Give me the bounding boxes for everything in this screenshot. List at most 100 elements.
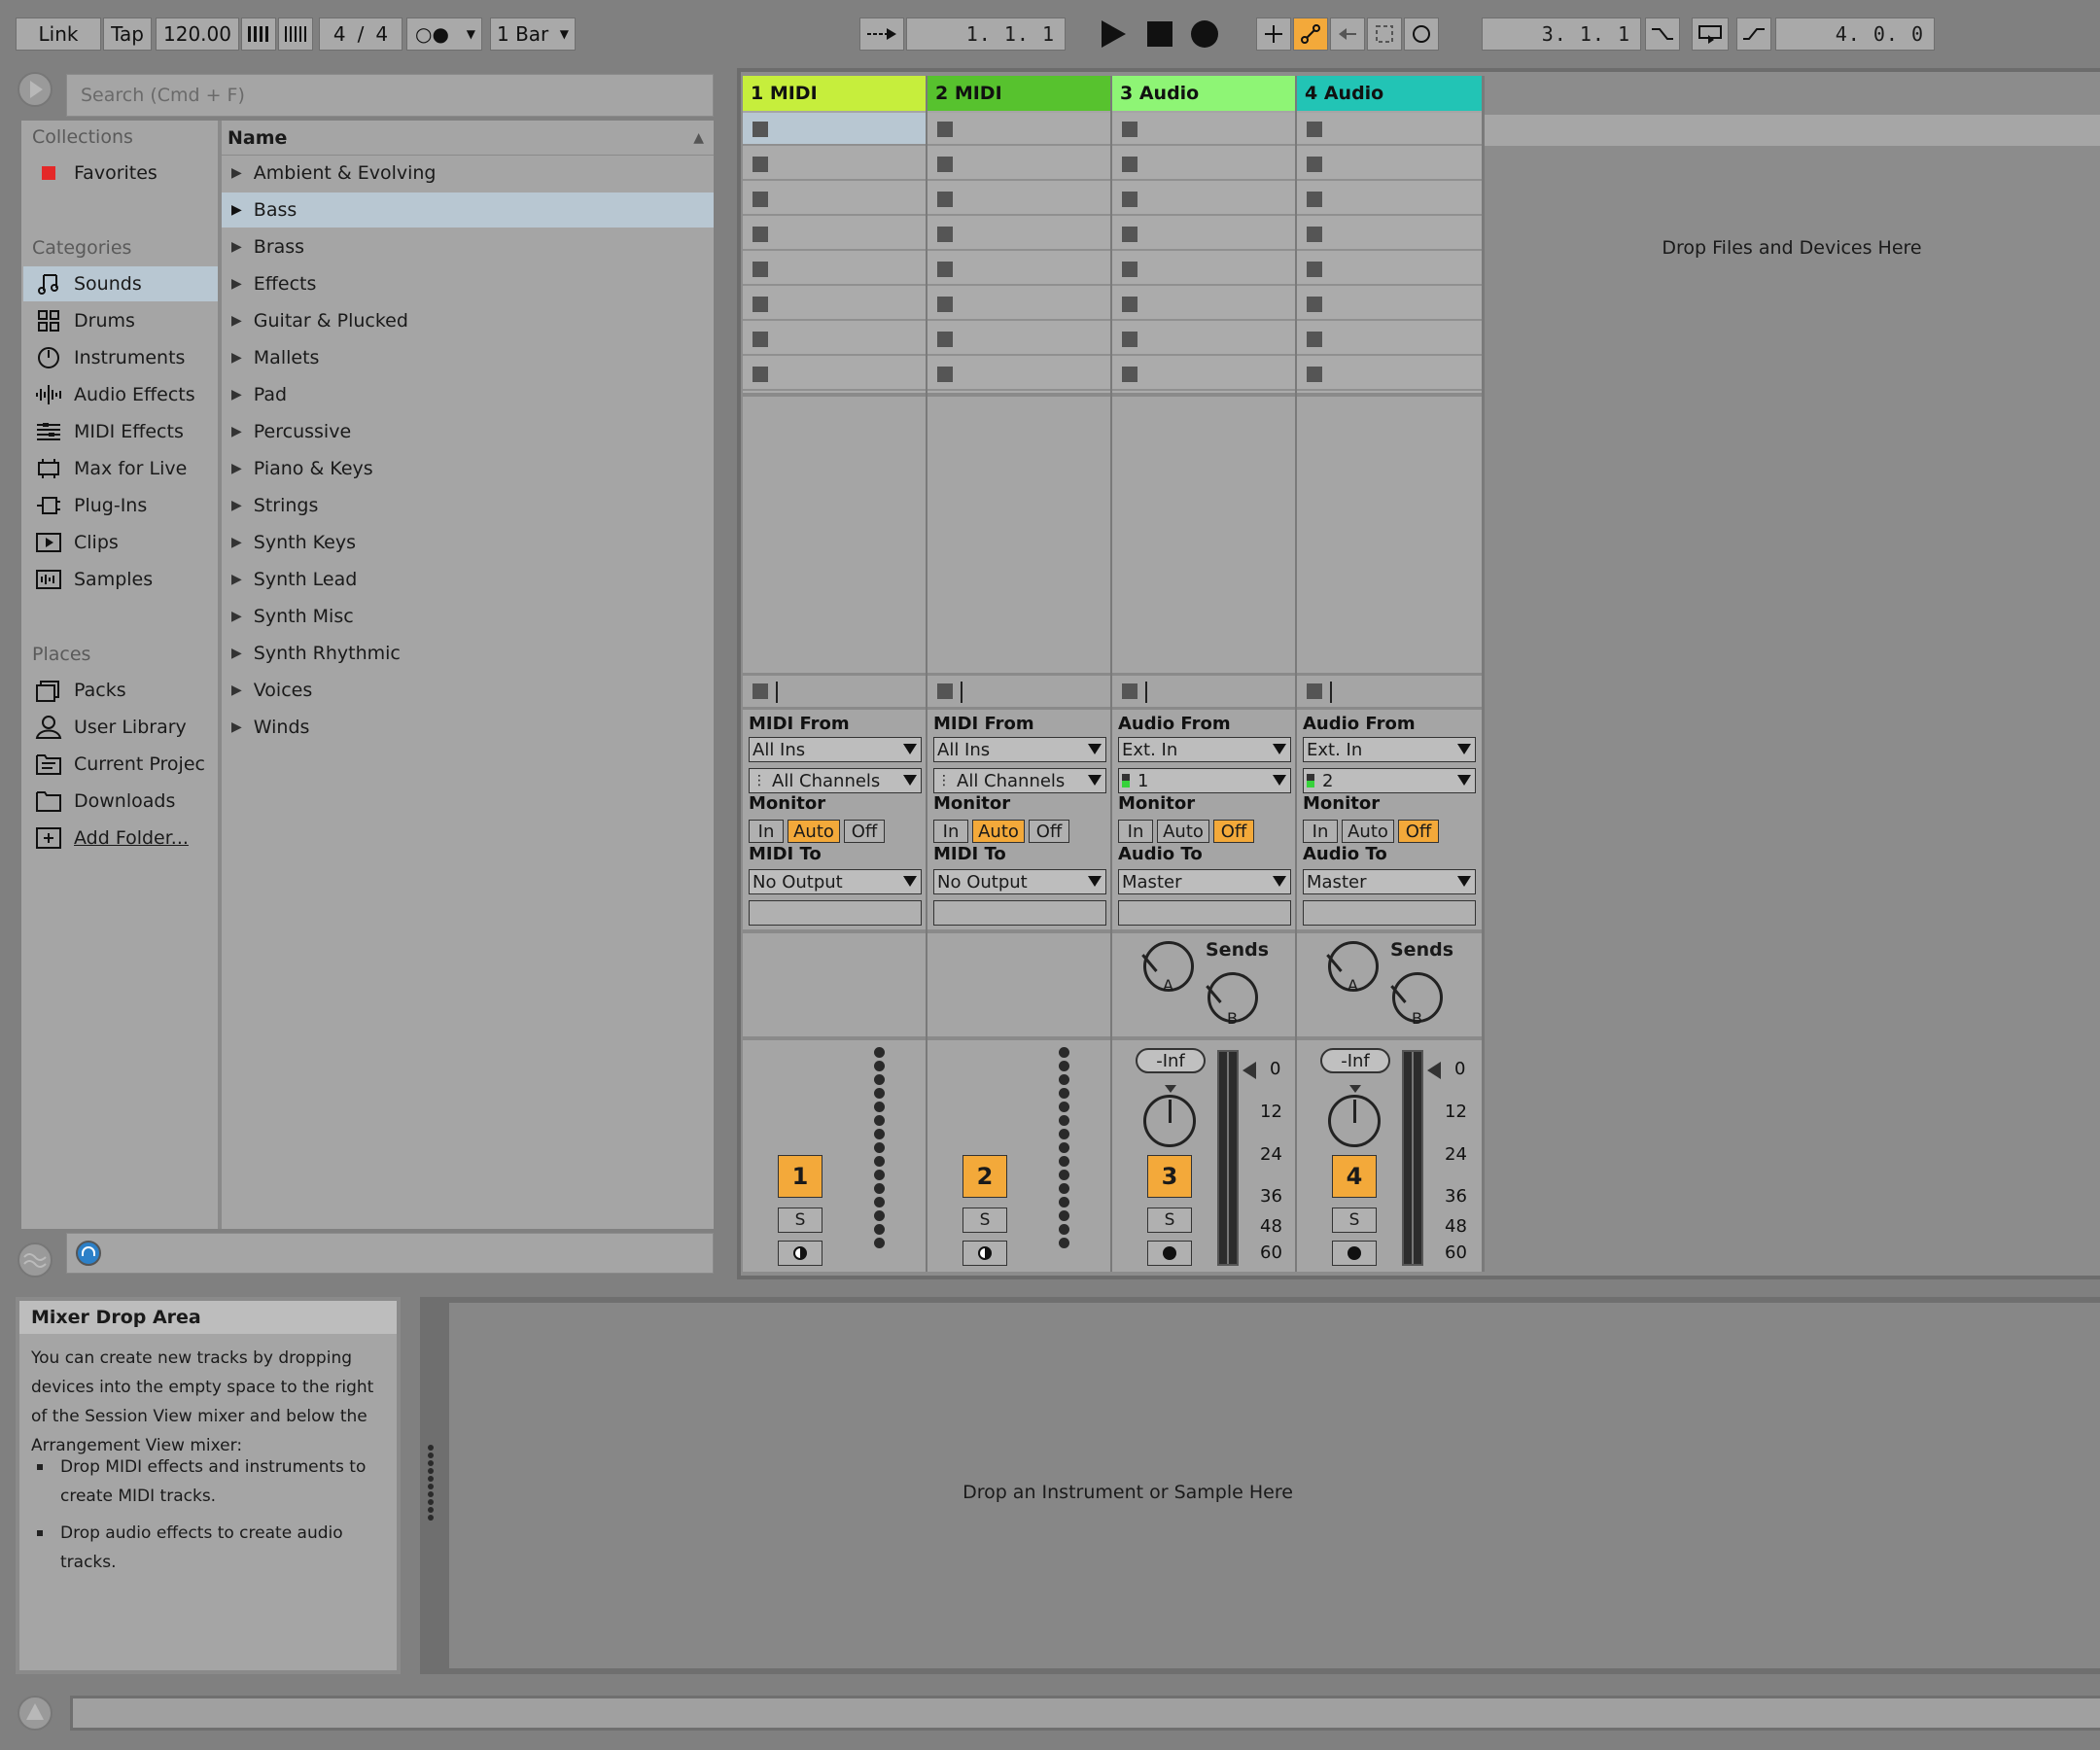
input-channel-select[interactable]: ⋮ All Channels [933, 768, 1106, 793]
stop-all-icon[interactable] [937, 683, 953, 699]
output-channel-select[interactable] [1303, 900, 1476, 926]
monitor-off-button[interactable]: Off [844, 820, 885, 843]
clip-slot[interactable] [743, 358, 926, 391]
sidebar-item-add-folder[interactable]: Add Folder... [23, 821, 218, 856]
overdub-plus-icon[interactable] [1256, 18, 1291, 51]
stop-button-icon[interactable] [937, 227, 953, 242]
output-channel-select[interactable] [1118, 900, 1291, 926]
list-item[interactable]: ▶ Percussive [222, 414, 714, 449]
nudge-up-icon[interactable] [278, 18, 313, 51]
arm-button[interactable] [1332, 1241, 1377, 1266]
clip-slot[interactable] [1297, 183, 1482, 216]
expand-triangle-icon[interactable]: ▶ [231, 609, 242, 624]
solo-button[interactable]: S [962, 1208, 1007, 1233]
sidebar-item-favorites[interactable]: Favorites [23, 156, 218, 191]
list-item[interactable]: ▶ Voices [222, 673, 714, 708]
expand-triangle-icon[interactable]: ▶ [231, 461, 242, 476]
solo-button[interactable]: S [1147, 1208, 1192, 1233]
list-item[interactable]: ▶ Strings [222, 488, 714, 523]
clip-slot[interactable] [743, 288, 926, 321]
list-item[interactable]: ▶ Synth Rhythmic [222, 636, 714, 671]
input-channel-select[interactable]: 1 [1118, 768, 1291, 793]
arm-button[interactable] [1147, 1241, 1192, 1266]
monitor-in-button[interactable]: In [1303, 820, 1338, 843]
clip-slot[interactable] [1112, 288, 1295, 321]
track-4-header[interactable]: 4 Audio [1297, 76, 1482, 111]
output-channel-select[interactable] [749, 900, 922, 926]
follow-arrow-icon[interactable] [859, 18, 904, 51]
link-button[interactable]: Link [16, 18, 101, 51]
monitor-off-button[interactable]: Off [1029, 820, 1069, 843]
expand-triangle-icon[interactable]: ▶ [231, 535, 242, 550]
device-drop-area[interactable]: Drop an Instrument or Sample Here [449, 1303, 2100, 1668]
volume-fader-handle-icon[interactable] [1427, 1062, 1441, 1079]
clip-slot[interactable] [928, 253, 1110, 286]
capture-icon[interactable] [1367, 18, 1402, 51]
stop-button-icon[interactable] [937, 297, 953, 312]
input-type-select[interactable]: All Ins [933, 737, 1106, 762]
clip-slot[interactable] [1112, 358, 1295, 391]
track-activator-button[interactable]: 4 [1332, 1155, 1377, 1198]
list-item[interactable]: ▶ Winds [222, 710, 714, 745]
clip-slot[interactable] [928, 358, 1110, 391]
monitor-auto-button[interactable]: Auto [788, 820, 840, 843]
clip-slot[interactable] [928, 148, 1110, 181]
clip-slot[interactable] [743, 113, 926, 146]
clip-slot[interactable] [1297, 113, 1482, 146]
clip-slot[interactable] [928, 288, 1110, 321]
sidebar-item-sounds[interactable]: Sounds [23, 266, 218, 301]
quantize-menu[interactable]: 1 Bar ▼ [490, 18, 576, 51]
metronome-button[interactable]: ○● ▼ [406, 18, 482, 51]
list-item[interactable]: ▶ Effects [222, 266, 714, 301]
stop-button-icon[interactable] [1307, 227, 1322, 242]
clip-slot[interactable] [1112, 183, 1295, 216]
stop-button-icon[interactable] [1307, 297, 1322, 312]
clip-slot[interactable] [1112, 253, 1295, 286]
stop-button-icon[interactable] [937, 367, 953, 382]
sidebar-item-downloads[interactable]: Downloads [23, 784, 218, 819]
clip-slot[interactable] [743, 148, 926, 181]
sidebar-item-midi-effects[interactable]: MIDI Effects [23, 414, 218, 449]
stop-button-icon[interactable] [752, 192, 768, 207]
track-1-header[interactable]: 1 MIDI [743, 76, 926, 111]
browser-toggle-icon[interactable] [16, 70, 64, 109]
pan-knob[interactable] [1328, 1095, 1381, 1147]
clip-slot[interactable] [928, 183, 1110, 216]
arm-button[interactable] [962, 1241, 1007, 1266]
headphones-preview-icon[interactable] [76, 1241, 101, 1266]
clip-slot[interactable] [743, 218, 926, 251]
stop-button-icon[interactable] [1307, 332, 1322, 347]
clip-slot[interactable] [1112, 113, 1295, 146]
output-select[interactable]: Master [1303, 869, 1476, 894]
back-to-arrangement-icon[interactable] [1330, 18, 1365, 51]
list-item[interactable]: ▶ Synth Misc [222, 599, 714, 634]
volume-fader-handle-icon[interactable] [1242, 1062, 1256, 1079]
show-info-toggle-icon[interactable] [16, 1694, 54, 1732]
clip-slot[interactable] [1297, 323, 1482, 356]
tap-button[interactable]: Tap [103, 18, 152, 51]
list-item[interactable]: ▶ Piano & Keys [222, 451, 714, 486]
input-channel-select[interactable]: 2 [1303, 768, 1476, 793]
list-item[interactable]: ▶ Synth Lead [222, 562, 714, 597]
sidebar-item-drums[interactable]: Drums [23, 303, 218, 338]
monitor-auto-button[interactable]: Auto [1342, 820, 1394, 843]
expand-triangle-icon[interactable]: ▶ [231, 424, 242, 439]
monitor-in-button[interactable]: In [749, 820, 784, 843]
monitor-auto-button[interactable]: Auto [1157, 820, 1209, 843]
track-activator-button[interactable]: 2 [962, 1155, 1007, 1198]
clip-slot[interactable] [1297, 358, 1482, 391]
expand-triangle-icon[interactable]: ▶ [231, 202, 242, 218]
sidebar-item-current-project[interactable]: Current Projec [23, 747, 218, 782]
stop-button-icon[interactable] [1307, 367, 1322, 382]
input-type-select[interactable]: All Ins [749, 737, 922, 762]
expand-triangle-icon[interactable]: ▶ [231, 313, 242, 329]
stop-all-icon[interactable] [1307, 683, 1322, 699]
input-channel-select[interactable]: ⋮ All Channels [749, 768, 922, 793]
expand-triangle-icon[interactable]: ▶ [231, 165, 242, 181]
loop-start-field[interactable]: 3. 1. 1 [1482, 18, 1641, 51]
volume-field[interactable]: -Inf [1136, 1048, 1206, 1073]
input-type-select[interactable]: Ext. In [1303, 737, 1476, 762]
sidebar-item-audio-effects[interactable]: Audio Effects [23, 377, 218, 412]
punch-in-icon[interactable] [1645, 18, 1680, 51]
monitor-in-button[interactable]: In [1118, 820, 1153, 843]
